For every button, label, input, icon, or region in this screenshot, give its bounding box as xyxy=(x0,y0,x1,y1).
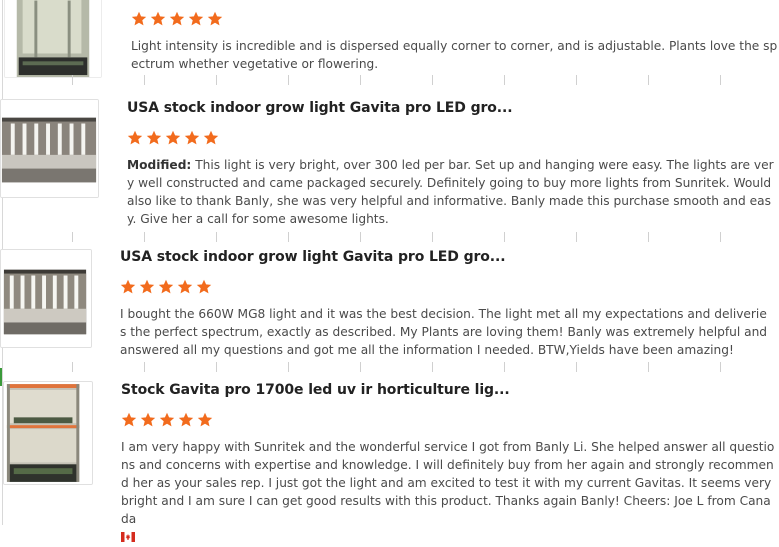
review-text: Modified: This light is very bright, ove… xyxy=(127,158,774,226)
separator-tick xyxy=(72,75,73,85)
separator-tick xyxy=(144,75,145,85)
separator-tick xyxy=(144,362,145,372)
review-text: I am very happy with Sunritek and the wo… xyxy=(121,438,776,546)
product-thumbnail[interactable] xyxy=(3,381,93,485)
product-title-link[interactable]: USA stock indoor grow light Gavita pro L… xyxy=(127,100,513,116)
star-icon xyxy=(203,130,219,146)
separator-tick xyxy=(648,232,649,242)
review-item: USA stock indoor grow light Gavita pro L… xyxy=(0,95,779,242)
separator-tick xyxy=(360,75,361,85)
separator-tick xyxy=(504,75,505,85)
separator-tick xyxy=(504,362,505,372)
product-thumbnail[interactable] xyxy=(4,0,102,78)
grow-shelf-photo xyxy=(4,382,92,484)
star-icon xyxy=(159,412,175,428)
canada-flag-icon xyxy=(121,529,135,542)
separator-tick xyxy=(720,232,721,242)
separator-tick xyxy=(432,362,433,372)
rating-stars xyxy=(120,279,212,295)
review-item: Light intensity is incredible and is dis… xyxy=(0,0,779,85)
separator-tick xyxy=(720,362,721,372)
review-item: Stock Gavita pro 1700e led uv ir horticu… xyxy=(0,377,779,542)
star-icon xyxy=(197,412,213,428)
separator-tick xyxy=(576,75,577,85)
product-title-link[interactable]: USA stock indoor grow light Gavita pro L… xyxy=(120,249,506,265)
separator-tick xyxy=(216,232,217,242)
star-icon xyxy=(127,130,143,146)
review-text: I bought the 660W MG8 light and it was t… xyxy=(120,307,768,357)
separator-tick xyxy=(216,75,217,85)
separator-tick xyxy=(432,75,433,85)
separator-tick xyxy=(144,232,145,242)
separator-tick xyxy=(432,232,433,242)
star-icon xyxy=(178,412,194,428)
star-icon xyxy=(196,279,212,295)
separator-tick xyxy=(576,362,577,372)
star-icon xyxy=(188,11,204,27)
rating-stars xyxy=(127,130,219,146)
star-icon xyxy=(146,130,162,146)
led-grow-light-photo xyxy=(1,100,98,197)
product-thumbnail[interactable] xyxy=(0,249,92,348)
star-icon xyxy=(120,279,136,295)
separator-tick xyxy=(576,232,577,242)
star-icon xyxy=(158,279,174,295)
separator-tick xyxy=(648,362,649,372)
separator-tick xyxy=(648,75,649,85)
star-icon xyxy=(169,11,185,27)
led-grow-light-photo xyxy=(1,250,91,347)
separator-tick xyxy=(720,75,721,85)
star-icon xyxy=(184,130,200,146)
rating-stars xyxy=(121,412,213,428)
separator-ticks xyxy=(0,232,779,242)
separator-tick xyxy=(360,232,361,242)
product-title-link[interactable]: Stock Gavita pro 1700e led uv ir horticu… xyxy=(121,382,510,398)
separator-tick xyxy=(504,232,505,242)
star-icon xyxy=(177,279,193,295)
star-icon xyxy=(140,412,156,428)
rating-stars xyxy=(131,11,223,27)
modified-label: Modified: xyxy=(127,158,192,172)
review-text: Light intensity is incredible and is dis… xyxy=(131,39,778,71)
separator-tick xyxy=(288,75,289,85)
separator-tick xyxy=(360,362,361,372)
star-icon xyxy=(139,279,155,295)
product-thumbnail[interactable] xyxy=(0,99,99,198)
separator-ticks xyxy=(0,75,779,85)
star-icon xyxy=(150,11,166,27)
separator-tick xyxy=(288,232,289,242)
separator-tick xyxy=(72,232,73,242)
grow-tent-photo xyxy=(5,0,101,77)
star-icon xyxy=(121,412,137,428)
star-icon xyxy=(131,11,147,27)
star-icon xyxy=(165,130,181,146)
separator-tick xyxy=(288,362,289,372)
review-item: USA stock indoor grow light Gavita pro L… xyxy=(0,244,779,372)
separator-tick xyxy=(72,362,73,372)
star-icon xyxy=(207,11,223,27)
separator-tick xyxy=(216,362,217,372)
separator-ticks xyxy=(0,362,779,372)
